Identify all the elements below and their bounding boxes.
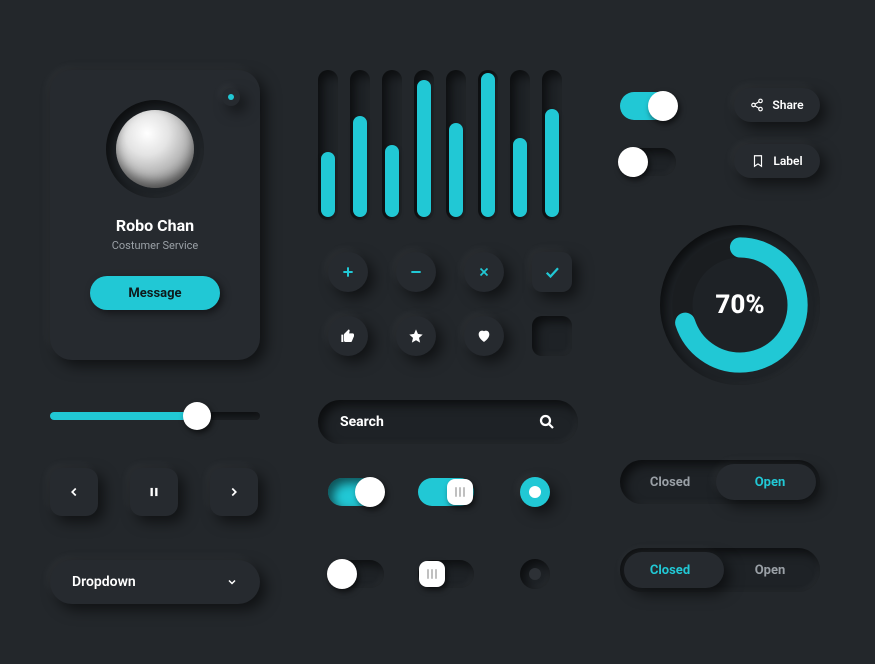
toggle-knob	[355, 477, 385, 507]
bar-fill	[385, 145, 399, 217]
chevron-right-icon	[227, 485, 241, 499]
bar-slot	[478, 70, 498, 220]
segmented-closed[interactable]: Closed	[620, 475, 720, 490]
toggle-6[interactable]	[418, 560, 474, 588]
like-button[interactable]	[328, 316, 368, 356]
bar-fill	[513, 138, 527, 217]
toggle-knob	[447, 479, 473, 505]
radio-off[interactable]	[520, 559, 550, 589]
search-input[interactable]: Search	[318, 400, 578, 444]
status-dot	[222, 88, 240, 106]
bar-fill	[353, 116, 367, 217]
toggle-knob	[419, 561, 445, 587]
toggle-5[interactable]	[328, 560, 384, 588]
plus-button[interactable]	[328, 252, 368, 292]
thumbs-up-icon	[340, 328, 356, 344]
profile-card: Robo Chan Costumer Service Message	[50, 70, 260, 360]
bar-slot	[510, 70, 530, 220]
bar-fill	[321, 152, 335, 217]
message-button[interactable]: Message	[90, 276, 220, 310]
bar-slot	[350, 70, 370, 220]
profile-name: Robo Chan	[116, 216, 194, 235]
plus-icon	[340, 264, 356, 280]
toggle-knob	[327, 559, 357, 589]
check-icon	[543, 263, 561, 281]
radio-dot	[529, 568, 541, 580]
slider-knob[interactable]	[183, 402, 211, 430]
avatar	[116, 110, 194, 188]
segmented-open[interactable]: Open	[720, 563, 820, 578]
bar-fill	[545, 109, 559, 217]
toggle-knob	[648, 91, 678, 121]
segmented-open[interactable]: Open	[720, 475, 820, 490]
share-button[interactable]: Share	[734, 88, 820, 122]
bar-slot	[414, 70, 434, 220]
segmented-2[interactable]: Closed Open	[620, 548, 820, 592]
slider-fill	[50, 412, 197, 420]
bar-slot	[446, 70, 466, 220]
label-button[interactable]: Label	[734, 144, 820, 178]
minus-button[interactable]	[396, 252, 436, 292]
label-label: Label	[773, 154, 802, 168]
close-button[interactable]	[464, 252, 504, 292]
bar-fill	[481, 73, 495, 217]
bar-slot	[382, 70, 402, 220]
close-icon	[477, 265, 491, 279]
toggle-knob	[618, 147, 648, 177]
bar-chart	[318, 70, 562, 220]
toggle-4[interactable]	[418, 478, 474, 506]
prev-button[interactable]	[50, 468, 98, 516]
toggle-2[interactable]	[620, 148, 676, 176]
segmented-1[interactable]: Closed Open	[620, 460, 820, 504]
bar-slot	[318, 70, 338, 220]
pause-button[interactable]	[130, 468, 178, 516]
bar-fill	[449, 123, 463, 217]
minus-icon	[408, 264, 424, 280]
bookmark-icon	[751, 154, 765, 168]
profile-role: Costumer Service	[112, 239, 199, 252]
dropdown[interactable]: Dropdown	[50, 560, 260, 604]
dropdown-label: Dropdown	[72, 574, 136, 590]
search-icon	[538, 413, 556, 431]
star-button[interactable]	[396, 316, 436, 356]
radio-dot	[529, 486, 541, 498]
bar-fill	[417, 80, 431, 217]
slider[interactable]	[50, 412, 260, 420]
progress-ring: 70%	[660, 225, 820, 385]
share-icon	[750, 98, 764, 112]
next-button[interactable]	[210, 468, 258, 516]
checkbox-empty[interactable]	[532, 316, 572, 356]
pause-icon	[147, 485, 161, 499]
chevron-left-icon	[67, 485, 81, 499]
toggle-1[interactable]	[620, 92, 676, 120]
chevron-down-icon	[226, 576, 238, 588]
search-placeholder: Search	[340, 414, 384, 430]
check-button[interactable]	[532, 252, 572, 292]
avatar-ring	[106, 100, 204, 198]
segmented-closed[interactable]: Closed	[620, 563, 720, 578]
share-label: Share	[772, 98, 803, 112]
bar-slot	[542, 70, 562, 220]
heart-icon	[476, 328, 492, 344]
radio-on[interactable]	[520, 477, 550, 507]
toggle-3[interactable]	[328, 478, 384, 506]
star-icon	[408, 328, 424, 344]
heart-button[interactable]	[464, 316, 504, 356]
